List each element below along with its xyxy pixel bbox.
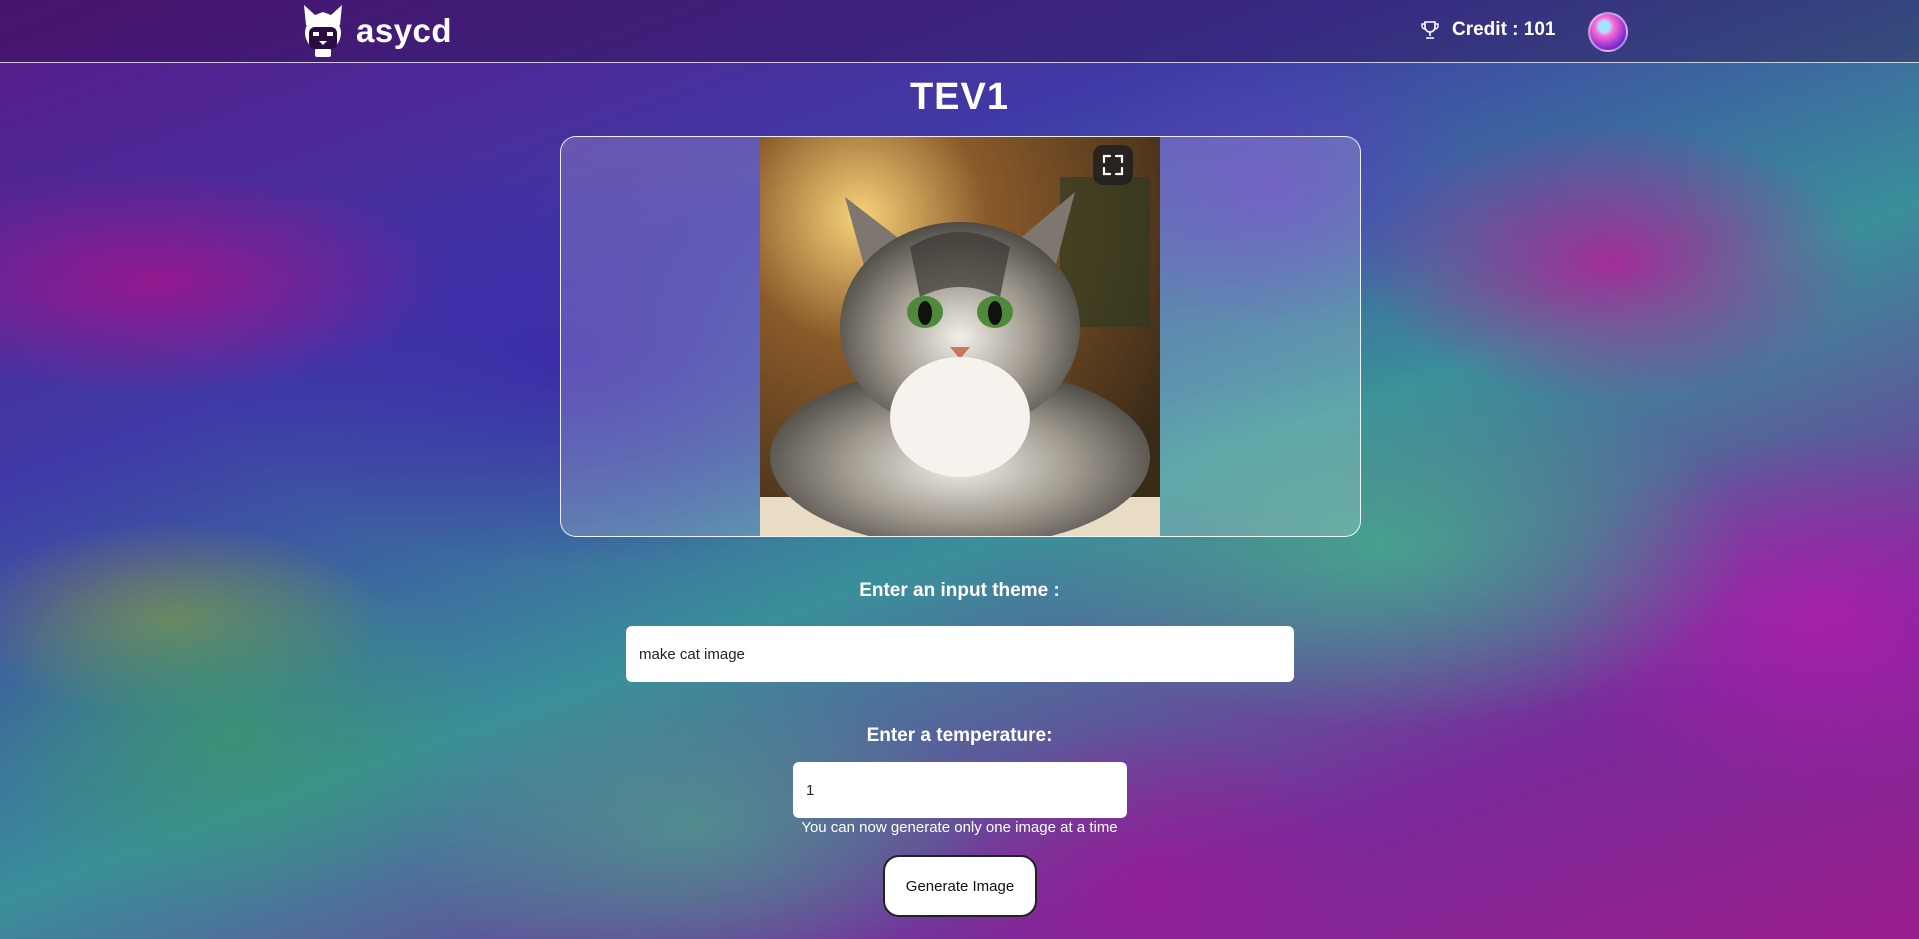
generation-hint: You can now generate only one image at a… — [801, 819, 1118, 836]
image-preview-card — [560, 136, 1361, 537]
top-navbar: asycd Credit : 101 — [0, 0, 1919, 63]
theme-input[interactable] — [626, 626, 1294, 682]
temperature-input[interactable] — [793, 762, 1127, 818]
fullscreen-icon — [1102, 154, 1124, 176]
user-avatar[interactable] — [1588, 12, 1628, 52]
generate-image-button[interactable]: Generate Image — [883, 855, 1037, 917]
fullscreen-button[interactable] — [1093, 145, 1133, 185]
cat-helmet-logo-icon — [304, 5, 342, 57]
brand-name: asycd — [356, 12, 453, 49]
brand-link[interactable]: asycd — [300, 3, 452, 59]
temperature-label: Enter a temperature: — [866, 725, 1053, 746]
trophy-icon — [1421, 21, 1439, 39]
page-title: TEV1 — [909, 76, 1010, 118]
generated-cat-image — [760, 137, 1160, 536]
credit-display: Credit : 101 — [1420, 19, 1555, 41]
theme-label: Enter an input theme : — [859, 580, 1060, 601]
credit-text: Credit : 101 — [1452, 19, 1556, 40]
